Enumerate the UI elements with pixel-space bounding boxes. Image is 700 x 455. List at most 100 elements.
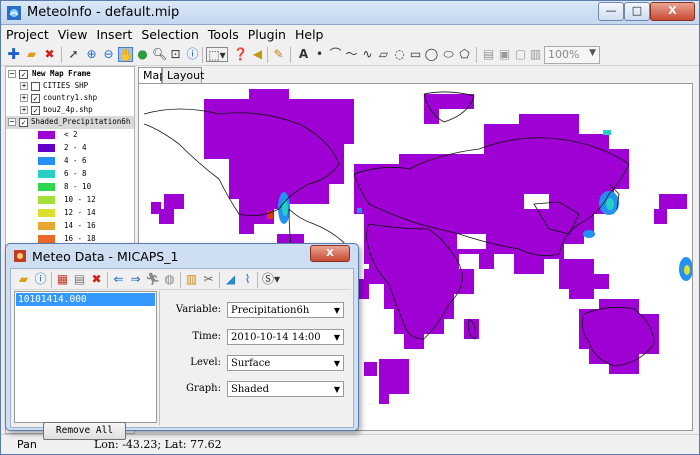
- legend-item-label: 6 - 8: [64, 169, 87, 178]
- layout-page-icon[interactable]: ▤: [481, 47, 496, 62]
- variable-select[interactable]: Precipitation6h ▼: [227, 302, 344, 318]
- edit-pencil-icon[interactable]: ✎: [271, 47, 286, 62]
- statistics-icon[interactable]: ▥: [184, 272, 199, 287]
- pentagon-icon[interactable]: ⬠: [457, 47, 472, 62]
- menu-view[interactable]: View: [53, 25, 92, 42]
- layer-label: country1.shp: [43, 93, 98, 102]
- expand-icon[interactable]: +: [20, 94, 28, 102]
- layout-fit-icon[interactable]: ▥: [528, 47, 543, 62]
- meteo-data-dialog: Meteo Data - MICAPS_1 X ▰ ⓘ ▦ ▤ ✖ ⇐ ⇒ 🏃︎…: [5, 243, 359, 440]
- script-dropdown-icon[interactable]: Ⓢ▾: [261, 272, 281, 287]
- legend-swatch[interactable]: [38, 170, 55, 178]
- animation-runner-icon[interactable]: 🏃︎: [145, 272, 160, 287]
- legend-item-label: 2 - 4: [64, 143, 87, 152]
- zoom-extent-icon[interactable]: ⊡: [168, 47, 183, 62]
- title-bar: MeteoInfo - default.mip — □ X: [1, 1, 699, 25]
- open-folder-icon[interactable]: ▰: [24, 47, 39, 62]
- measure-icon[interactable]: ◀: [250, 47, 265, 62]
- legend-swatch[interactable]: [38, 222, 55, 230]
- curve-polygon-icon[interactable]: ◌: [392, 47, 407, 62]
- legend-swatch[interactable]: [38, 183, 55, 191]
- file-list-item[interactable]: 10101414.000: [16, 293, 155, 306]
- menu-insert[interactable]: Insert: [91, 25, 136, 42]
- menu-help[interactable]: Help: [290, 25, 328, 42]
- expand-icon[interactable]: +: [20, 82, 28, 90]
- globe-icon[interactable]: ●: [135, 47, 150, 62]
- polyline-icon[interactable]: ⌒: [328, 47, 343, 62]
- curve-icon[interactable]: ∿: [360, 47, 375, 62]
- tab-layout[interactable]: Layout: [162, 67, 204, 83]
- point-icon[interactable]: •: [312, 47, 327, 62]
- close-button[interactable]: X: [650, 2, 695, 21]
- graph-select[interactable]: Shaded ▼: [227, 381, 344, 397]
- menu-project[interactable]: Project: [1, 25, 53, 42]
- polygon-icon[interactable]: ▱: [376, 47, 391, 62]
- zoom-in-icon[interactable]: ⊕: [84, 47, 99, 62]
- minimize-button[interactable]: —: [598, 2, 624, 21]
- remove-layer-icon[interactable]: ✖: [42, 47, 57, 62]
- identify-info-icon[interactable]: ⓘ: [185, 47, 200, 62]
- dialog-toolbar: ▰ ⓘ ▦ ▤ ✖ ⇐ ⇒ 🏃︎ ◍ ▥ ✂ ◢ ⌇ Ⓢ▾: [13, 270, 351, 290]
- layer-row-precip[interactable]: − ✓ Shaded_Precipitation6h: [6, 116, 134, 129]
- zoom-out-icon[interactable]: ⊖: [101, 47, 116, 62]
- legend-swatch[interactable]: [38, 144, 55, 152]
- add-data-icon[interactable]: ▦: [55, 272, 70, 287]
- rectangle-icon[interactable]: ▭: [408, 47, 423, 62]
- layer-checkbox[interactable]: ✓: [19, 118, 28, 127]
- legend-item-label: 8 - 10: [64, 182, 92, 191]
- layer-checkbox[interactable]: ✓: [31, 94, 40, 103]
- main-window: MeteoInfo - default.mip — □ X Project Vie…: [0, 0, 700, 455]
- add-layer-icon[interactable]: ✚: [6, 47, 21, 62]
- add-text-icon[interactable]: A: [296, 47, 311, 62]
- data-info-icon[interactable]: ⓘ: [33, 272, 48, 287]
- legend-swatch[interactable]: [38, 157, 55, 165]
- data-file-list[interactable]: 10101414.000 Remove All: [14, 291, 157, 440]
- collapse-icon[interactable]: −: [8, 118, 16, 126]
- area-chart-icon[interactable]: ◢: [223, 272, 238, 287]
- layout-zoom-out-icon[interactable]: ▢: [513, 47, 528, 62]
- menu-plugin[interactable]: Plugin: [243, 25, 290, 42]
- select-arrow-icon[interactable]: ➚: [66, 47, 81, 62]
- remove-data-icon[interactable]: ✖: [89, 272, 104, 287]
- level-select[interactable]: Surface ▼: [227, 355, 344, 371]
- animation-alt-icon[interactable]: ◍: [162, 272, 177, 287]
- grid-data-icon[interactable]: ▤: [72, 272, 87, 287]
- open-file-icon[interactable]: ▰: [16, 272, 31, 287]
- expand-icon[interactable]: +: [20, 106, 28, 114]
- remove-all-button[interactable]: Remove All: [43, 422, 126, 440]
- chevron-down-icon: ▼: [333, 359, 340, 368]
- layout-zoom-in-icon[interactable]: ▣: [497, 47, 512, 62]
- tab-map[interactable]: Map: [138, 67, 166, 84]
- legend-swatch[interactable]: [38, 209, 55, 217]
- legend-swatch[interactable]: [38, 131, 55, 139]
- menu-tools[interactable]: Tools: [203, 25, 243, 42]
- layer-checkbox[interactable]: [31, 82, 40, 91]
- chevron-down-icon: ▼: [333, 333, 340, 342]
- next-time-icon[interactable]: ⇒: [128, 272, 143, 287]
- zoom-level-select[interactable]: 100% ▼: [544, 46, 600, 64]
- time-select[interactable]: 2010-10-14 14:00 ▼: [227, 329, 344, 345]
- collapse-icon[interactable]: −: [8, 70, 16, 78]
- layer-label: bou2_4p.shp: [43, 105, 93, 114]
- chevron-down-icon: ▼: [333, 385, 340, 394]
- root-checkbox[interactable]: ✓: [19, 70, 28, 79]
- help-query-icon[interactable]: ❓: [233, 47, 248, 62]
- ellipse-icon[interactable]: ⬭: [441, 47, 456, 62]
- selection-dropdown-icon[interactable]: ⬚▾: [206, 47, 228, 62]
- freehand-line-icon[interactable]: 〜: [344, 47, 359, 62]
- level-label: Level:: [190, 357, 221, 368]
- legend-swatch[interactable]: [38, 196, 55, 204]
- settings-tools-icon[interactable]: ✂: [201, 272, 216, 287]
- pan-hand-icon[interactable]: ✋: [118, 47, 134, 62]
- menu-bar: Project View Insert Selection Tools Plugin Hel…: [1, 25, 699, 44]
- line-chart-icon[interactable]: ⌇: [240, 272, 255, 287]
- meteoinfo-app-icon: [7, 6, 21, 20]
- menu-selection[interactable]: Selection: [136, 25, 203, 42]
- dialog-close-button[interactable]: X: [310, 245, 350, 262]
- legend-swatch[interactable]: [38, 235, 55, 243]
- layer-checkbox[interactable]: ✓: [31, 106, 40, 115]
- circle-icon[interactable]: ◯: [424, 47, 439, 62]
- maximize-button[interactable]: □: [624, 2, 650, 21]
- zoom-magnifier-icon[interactable]: 🔍︎: [152, 47, 167, 62]
- previous-time-icon[interactable]: ⇐: [111, 272, 126, 287]
